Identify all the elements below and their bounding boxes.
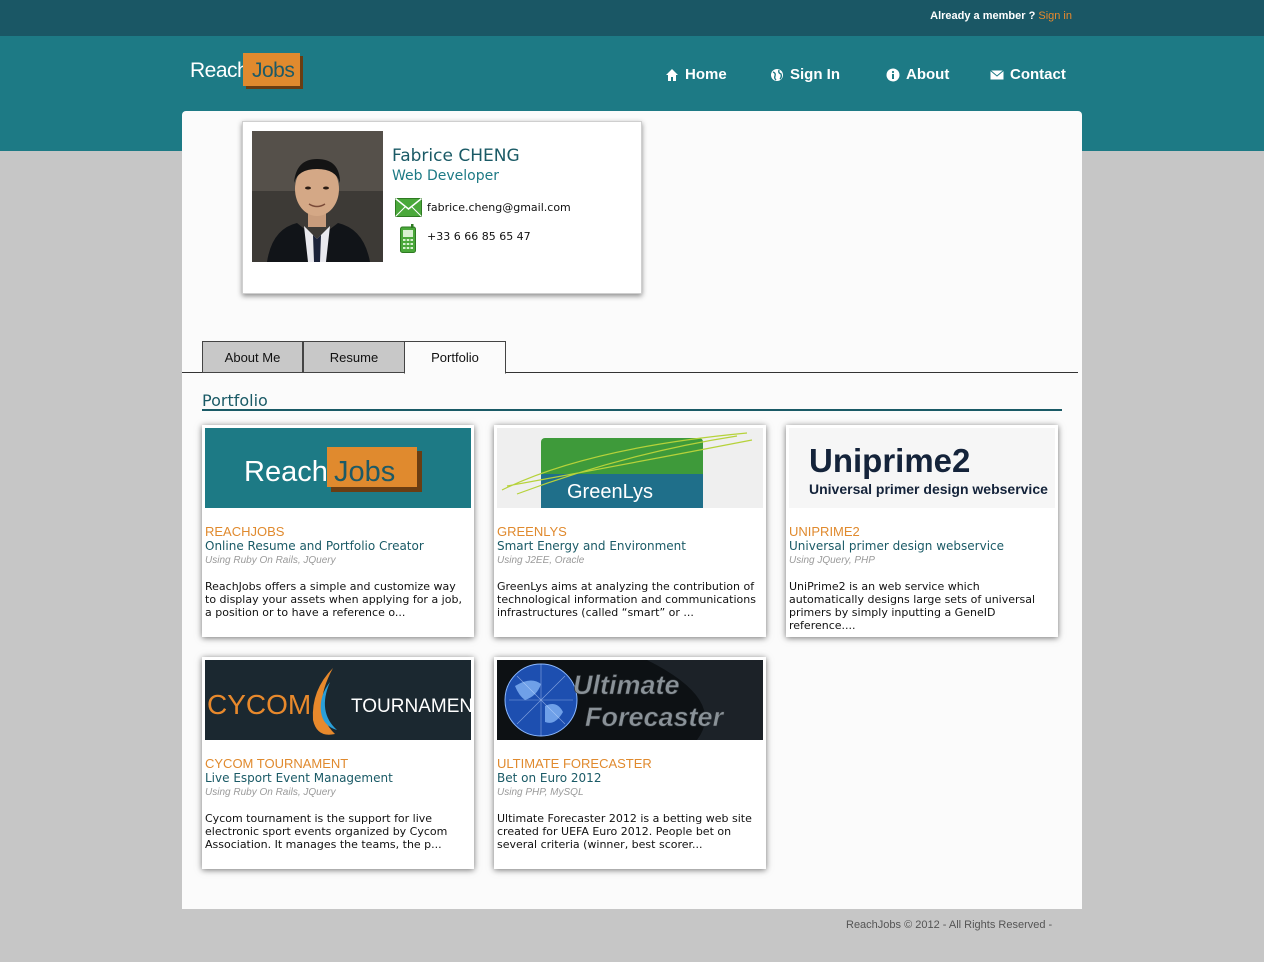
member-text: Already a member ?: [930, 10, 1036, 22]
tab-resume[interactable]: Resume: [303, 341, 405, 373]
thumb-forecaster-text: Forecaster: [585, 702, 725, 732]
nav-contact-label: Contact: [1010, 66, 1066, 83]
thumb-cycom-text: CYCOM: [207, 689, 311, 720]
profile-photo: [252, 131, 383, 262]
tab-resume-label: Resume: [329, 349, 379, 365]
project-tech: Using PHP, MySQL: [497, 787, 584, 798]
email-icon: [395, 198, 422, 217]
globe-icon: [771, 68, 783, 81]
project-card-reachjobs[interactable]: Reach Jobs REACHJOBS Online Resume and P…: [202, 425, 474, 637]
top-bar: Already a member ? Sign in: [0, 0, 1264, 36]
project-description: GreenLys aims at analyzing the contribut…: [497, 580, 756, 619]
project-thumbnail: Ultimate Forecaster: [497, 660, 763, 740]
project-thumbnail: Uniprime2 Universal primer design webser…: [789, 428, 1055, 508]
nav-contact[interactable]: Contact: [990, 66, 1066, 83]
project-description: Ultimate Forecaster 2012 is a betting we…: [497, 812, 752, 851]
profile-email[interactable]: fabrice.cheng@gmail.com: [427, 201, 571, 214]
tab-portfolio-label: Portfolio: [431, 350, 479, 365]
section-title: Portfolio: [202, 391, 268, 410]
project-description: UniPrime2 is an web service which automa…: [789, 580, 1036, 632]
project-title: ULTIMATE FORECASTER: [497, 756, 652, 771]
thumb-ultimate-text: Ultimate: [573, 670, 680, 700]
project-subtitle: Smart Energy and Environment: [497, 539, 686, 553]
main-nav: Home Sign In About Contact: [0, 66, 1264, 86]
project-card-cycom[interactable]: CYCOM TOURNAMENT CYCOM TOURNAMENT Live E…: [202, 657, 474, 869]
project-subtitle: Online Resume and Portfolio Creator: [205, 539, 424, 553]
nav-home-label: Home: [685, 66, 727, 83]
project-tech: Using JQuery, PHP: [789, 555, 875, 566]
member-prompt: Already a member ? Sign in: [930, 10, 1072, 22]
profile-job-title: Web Developer: [392, 168, 499, 184]
info-icon: [886, 68, 900, 81]
project-subtitle: Bet on Euro 2012: [497, 771, 602, 785]
home-icon: [666, 68, 678, 81]
thumb-uniprime-subtext: Universal primer design webservice: [809, 481, 1048, 497]
project-subtitle: Universal primer design webservice: [789, 539, 1005, 553]
footer-copyright: ReachJobs © 2012 - All Rights Reserved -: [846, 919, 1053, 931]
project-title: CYCOM TOURNAMENT: [205, 756, 349, 771]
project-tech: Using Ruby On Rails, JQuery: [205, 787, 336, 798]
project-tech: Using Ruby On Rails, JQuery: [205, 555, 336, 566]
mail-icon: [990, 69, 1004, 79]
thumb-reach-text: Reach: [244, 456, 328, 488]
sign-in-link[interactable]: Sign in: [1038, 10, 1072, 22]
tab-about-me[interactable]: About Me: [202, 341, 303, 373]
tab-portfolio[interactable]: Portfolio: [404, 341, 506, 374]
nav-sign-in[interactable]: Sign In: [770, 66, 840, 83]
profile-name: Fabrice CHENG: [392, 146, 520, 166]
nav-about-label: About: [906, 66, 950, 83]
tab-about-me-label: About Me: [224, 349, 281, 365]
project-title: GREENLYS: [497, 524, 567, 539]
project-card-greenlys[interactable]: GreenLys GREENLYS Smart Energy and Envir…: [494, 425, 766, 637]
project-card-uniprime2[interactable]: Uniprime2 Universal primer design webser…: [786, 425, 1058, 637]
project-description: ReachJobs offers a simple and customize …: [205, 580, 462, 619]
project-card-ultimate-forecaster[interactable]: Ultimate Forecaster ULTIMATE FORECASTER …: [494, 657, 766, 869]
thumb-tournament-text: TOURNAMENT: [351, 696, 471, 717]
project-subtitle: Live Esport Event Management: [205, 771, 393, 785]
nav-home[interactable]: Home: [665, 66, 727, 83]
project-tech: Using J2EE, Oracle: [497, 555, 585, 566]
section-divider: [202, 409, 1062, 411]
profile-phone: +33 6 66 85 65 47: [427, 230, 531, 243]
nav-about[interactable]: About: [886, 66, 949, 83]
thumb-uniprime-text: Uniprime2: [809, 442, 970, 479]
project-thumbnail: GreenLys: [497, 428, 763, 508]
project-thumbnail: CYCOM TOURNAMENT: [205, 660, 471, 740]
profile-card: Fabrice CHENG Web Developer fabrice.chen…: [242, 121, 642, 294]
phone-icon: [400, 224, 416, 253]
thumb-jobs-text: Jobs: [334, 456, 395, 488]
thumb-greenlys-text: GreenLys: [567, 481, 653, 503]
nav-sign-in-label: Sign In: [790, 66, 840, 83]
project-title: REACHJOBS: [205, 524, 285, 539]
project-title: UNIPRIME2: [789, 524, 860, 539]
project-thumbnail: Reach Jobs: [205, 428, 471, 508]
project-description: Cycom tournament is the support for live…: [205, 812, 448, 851]
